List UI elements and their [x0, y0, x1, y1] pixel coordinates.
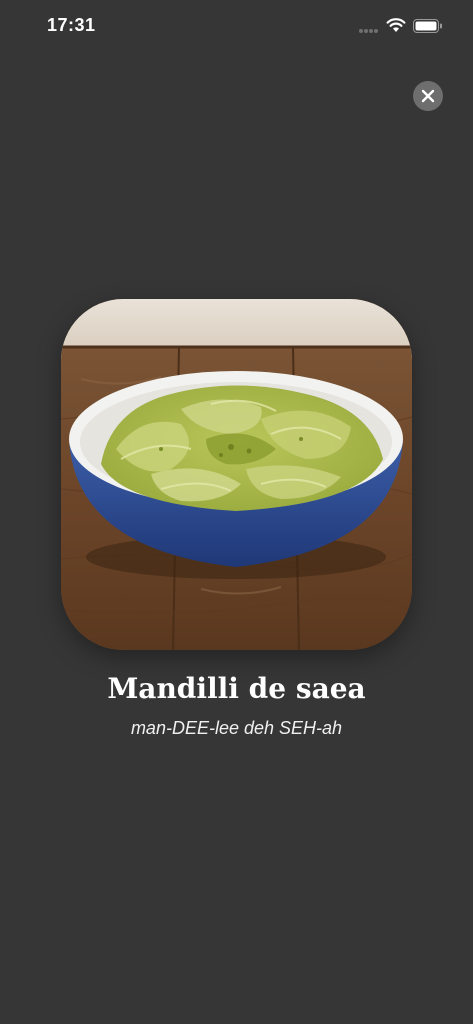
status-time: 17:31	[47, 15, 96, 35]
wifi-icon	[386, 18, 406, 32]
dish-pronunciation: man-DEE-lee deh SEH-ah	[130, 718, 343, 738]
dish-name: Mandilli de saea	[107, 672, 366, 705]
close-button[interactable]	[413, 81, 443, 111]
cellular-signal-icon	[359, 29, 378, 33]
status-bar: 17:31	[0, 0, 473, 54]
dish-photo	[61, 299, 412, 650]
battery-icon	[413, 19, 442, 33]
pasta-with-pesto-photo	[61, 299, 412, 650]
close-icon	[421, 89, 435, 103]
